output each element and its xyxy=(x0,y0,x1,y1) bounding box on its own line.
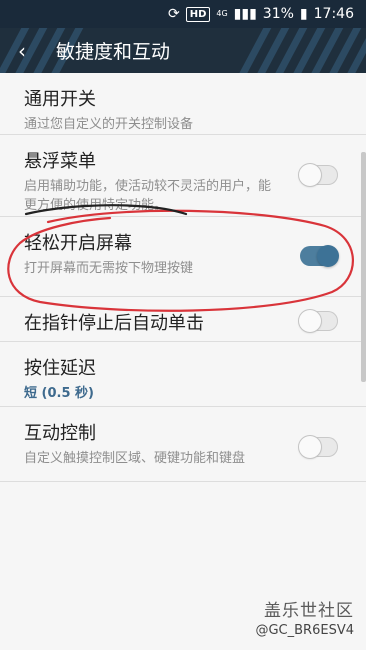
setting-label: 在指针停止后自动单击 xyxy=(24,313,204,334)
signal-icon: ▮▮▮ xyxy=(233,6,257,22)
page-title: 敏捷度和互动 xyxy=(56,41,171,63)
watermark-user: @GC_BR6ESV4 xyxy=(255,623,354,638)
watermark: 盖乐世社区 @GC_BR6ESV4 xyxy=(255,596,354,638)
setting-universal-switch[interactable]: 通用开关 通过您自定义的开关控制设备 xyxy=(0,73,366,135)
toggle-knob xyxy=(299,164,321,186)
setting-auto-click[interactable]: 在指针停止后自动单击 xyxy=(0,297,366,342)
app-bar: ‹ 敏捷度和互动 xyxy=(0,28,366,73)
toggle-knob xyxy=(299,436,321,458)
setting-description: 打开屏幕而无需按下物理按键 xyxy=(24,261,194,276)
settings-list: 通用开关 通过您自定义的开关控制设备 悬浮菜单 启用辅助功能，使活动较不灵活的用… xyxy=(0,73,366,482)
scrollbar[interactable] xyxy=(361,152,366,382)
interaction-control-toggle[interactable] xyxy=(299,436,338,458)
setting-label: 按住延迟 xyxy=(24,358,96,379)
auto-click-toggle[interactable] xyxy=(299,310,338,332)
toggle-knob xyxy=(317,245,339,267)
setting-description: 启用辅助功能，使活动较不灵活的用户，能更方便的使用特定功能。 xyxy=(24,179,272,213)
battery-percent: 31% xyxy=(262,6,294,22)
status-bar: ⟳ HD 4G ▮▮▮ 31% ▮ 17:46 xyxy=(0,0,366,28)
toggle-knob xyxy=(299,310,321,332)
setting-label: 互动控制 xyxy=(24,423,96,444)
assistant-menu-toggle[interactable] xyxy=(299,164,338,186)
clock: 17:46 xyxy=(313,6,354,22)
network-type: 4G xyxy=(216,9,228,18)
setting-value: 短 (0.5 秒) xyxy=(24,386,94,401)
setting-easy-screen-turn-on[interactable]: 轻松开启屏幕 打开屏幕而无需按下物理按键 xyxy=(0,217,366,297)
sync-icon: ⟳ xyxy=(167,6,180,22)
back-arrow-icon[interactable]: ‹ xyxy=(0,28,44,73)
setting-description: 通过您自定义的开关控制设备 xyxy=(24,117,194,132)
hd-badge: HD xyxy=(185,6,211,22)
battery-icon: ▮ xyxy=(299,6,308,22)
setting-interaction-control[interactable]: 互动控制 自定义触摸控制区域、硬键功能和键盘 xyxy=(0,407,366,482)
setting-label: 轻松开启屏幕 xyxy=(24,233,132,254)
setting-description: 自定义触摸控制区域、硬键功能和键盘 xyxy=(24,451,246,466)
setting-label: 悬浮菜单 xyxy=(24,151,96,172)
setting-assistant-menu[interactable]: 悬浮菜单 启用辅助功能，使活动较不灵活的用户，能更方便的使用特定功能。 xyxy=(0,135,366,217)
watermark-brand: 盖乐世社区 xyxy=(264,601,354,621)
setting-label: 通用开关 xyxy=(24,89,96,110)
setting-press-hold-delay[interactable]: 按住延迟 短 (0.5 秒) xyxy=(0,342,366,407)
easy-screen-turn-on-toggle[interactable] xyxy=(300,245,339,267)
